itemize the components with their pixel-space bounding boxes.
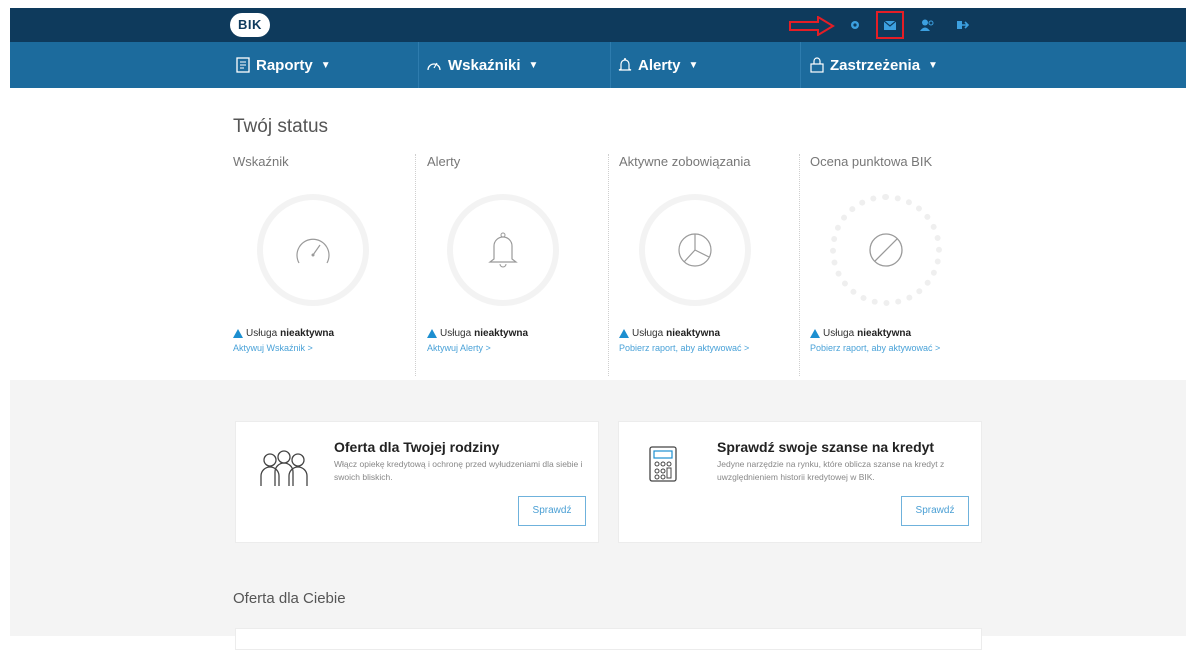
red-arrow-annotation <box>789 16 835 36</box>
service-status: Usługa nieaktywna <box>810 328 911 339</box>
nav-raporty[interactable]: Raporty ▼ <box>236 42 331 88</box>
nav-divider <box>800 42 801 88</box>
nav-alerty[interactable]: Alerty ▼ <box>618 42 698 88</box>
service-status: Usługa nieaktywna <box>233 328 334 339</box>
user-icon[interactable] <box>918 16 936 34</box>
warning-icon <box>427 329 437 338</box>
status-ring <box>257 194 369 306</box>
service-status: Usługa nieaktywna <box>619 328 720 339</box>
warning-icon <box>810 329 820 338</box>
family-offer-card: Oferta dla Twojej rodziny Włącz opiekę k… <box>235 421 599 543</box>
warning-icon <box>619 329 629 338</box>
chevron-down-icon: ▼ <box>320 59 331 71</box>
activate-link[interactable]: Aktywuj Alerty > <box>427 343 491 353</box>
nav-divider <box>610 42 611 88</box>
nav-wskazniki[interactable]: Wskaźniki ▼ <box>426 42 538 88</box>
family-icon <box>260 450 308 486</box>
card-description: Włącz opiekę kredytową i ochronę przed w… <box>334 459 583 482</box>
status-column-ocena: Ocena punktowa BIK Usługa nieaktywna Pob… <box>810 154 1000 374</box>
chevron-down-icon: ▼ <box>688 59 699 71</box>
main-nav: Raporty ▼ Wskaźniki ▼ Alerty ▼ Zastrzeże… <box>10 42 1186 88</box>
card-description: Jedyne narzędzie na rynku, które oblicza… <box>717 459 945 482</box>
status-ring <box>447 194 559 306</box>
column-divider <box>799 154 800 376</box>
top-bar: BIK <box>10 8 1186 42</box>
lock-icon <box>810 57 824 73</box>
nav-label: Alerty <box>638 56 681 74</box>
warning-icon <box>233 329 243 338</box>
nav-label: Zastrzeżenia <box>830 56 921 74</box>
service-status: Usługa nieaktywna <box>427 328 528 339</box>
status-ring <box>639 194 751 306</box>
left-edge <box>0 0 10 636</box>
gauge-icon <box>427 62 441 71</box>
credit-chance-card: Sprawdź swoje szanse na kredyt Jedyne na… <box>618 421 982 543</box>
column-title: Alerty <box>427 154 461 169</box>
status-column-zobowiazania: Aktywne zobowiązania Usługa nieaktywna P… <box>619 154 809 374</box>
column-title: Wskaźnik <box>233 154 289 169</box>
column-title: Ocena punktowa BIK <box>810 154 933 169</box>
chevron-down-icon: ▼ <box>528 59 539 71</box>
column-title: Aktywne zobowiązania <box>619 154 751 169</box>
pie-chart-icon <box>678 233 712 267</box>
check-button[interactable]: Sprawdź <box>518 496 586 526</box>
right-edge <box>1186 0 1196 636</box>
status-ring <box>830 194 942 306</box>
bell-icon <box>618 58 632 71</box>
download-report-link[interactable]: Pobierz raport, aby aktywować > <box>810 343 940 353</box>
document-icon <box>236 57 250 73</box>
gauge-icon <box>296 238 330 264</box>
nav-zastrzezenia[interactable]: Zastrzeżenia ▼ <box>810 42 938 88</box>
nav-label: Raporty <box>256 56 313 74</box>
calculator-icon <box>649 446 677 482</box>
offer-card <box>235 628 982 650</box>
nav-divider <box>418 42 419 88</box>
gear-icon[interactable] <box>846 16 864 34</box>
disabled-icon <box>869 233 903 267</box>
download-report-link[interactable]: Pobierz raport, aby aktywować > <box>619 343 749 353</box>
status-title: Twój status <box>233 116 329 137</box>
activate-link[interactable]: Aktywuj Wskaźnik > <box>233 343 313 353</box>
bell-icon <box>488 232 518 268</box>
mail-icon[interactable] <box>876 11 904 39</box>
column-divider <box>415 154 416 376</box>
card-title: Oferta dla Twojej rodziny <box>334 439 500 455</box>
check-button[interactable]: Sprawdź <box>901 496 969 526</box>
logout-icon[interactable] <box>954 16 972 34</box>
bik-logo[interactable]: BIK <box>230 13 270 37</box>
offer-section-title: Oferta dla Ciebie <box>233 590 346 607</box>
nav-label: Wskaźniki <box>448 56 521 74</box>
column-divider <box>608 154 609 376</box>
card-title: Sprawdź swoje szanse na kredyt <box>717 439 935 455</box>
status-column-alerty: Alerty Usługa nieaktywna Aktywuj Alerty … <box>427 154 617 374</box>
chevron-down-icon: ▼ <box>928 59 938 71</box>
status-column-wskaznik: Wskaźnik Usługa nieaktywna Aktywuj Wskaź… <box>233 154 423 374</box>
